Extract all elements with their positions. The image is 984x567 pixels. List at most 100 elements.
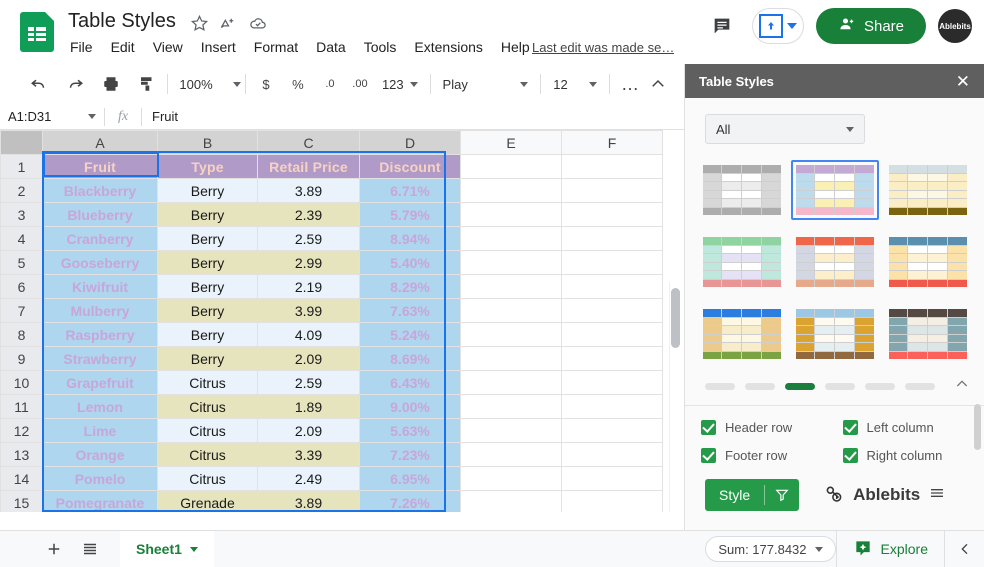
cell-f4[interactable] — [561, 226, 663, 251]
style-button[interactable]: Style — [705, 479, 800, 511]
cell-f13[interactable] — [561, 442, 663, 467]
cell-e15[interactable] — [460, 490, 562, 512]
menu-extensions[interactable]: Extensions — [414, 39, 482, 55]
explore-button[interactable]: Explore — [835, 530, 944, 567]
row-header-2[interactable]: 2 — [0, 178, 43, 203]
all-sheets-icon[interactable] — [72, 531, 108, 567]
style-thumbnail-steel-style[interactable] — [884, 232, 972, 292]
row-header-11[interactable]: 11 — [0, 394, 43, 419]
funnel-icon[interactable] — [765, 488, 799, 502]
redo-icon[interactable] — [61, 70, 89, 98]
cell-c12[interactable]: 2.09 — [257, 418, 360, 443]
row-header-5[interactable]: 5 — [0, 250, 43, 275]
select-all-corner[interactable] — [0, 130, 43, 155]
pager-dot-6[interactable] — [905, 383, 935, 390]
zoom-selector[interactable]: 100% — [173, 70, 241, 98]
percent-format-button[interactable]: % — [284, 70, 312, 98]
paint-format-icon[interactable] — [133, 70, 161, 98]
checkbox-footer-row[interactable]: Footer row — [701, 448, 843, 463]
cell-f8[interactable] — [561, 322, 663, 347]
cell-c3[interactable]: 2.39 — [257, 202, 360, 227]
cell-d7[interactable]: 7.63% — [359, 298, 461, 323]
cell-c13[interactable]: 3.39 — [257, 442, 360, 467]
cell-a6[interactable]: Kiwifruit — [42, 274, 158, 299]
row-header-12[interactable]: 12 — [0, 418, 43, 443]
cell-f15[interactable] — [561, 490, 663, 512]
cell-a10[interactable]: Grapefruit — [42, 370, 158, 395]
menu-tools[interactable]: Tools — [364, 39, 397, 55]
cell-f5[interactable] — [561, 250, 663, 275]
cell-f2[interactable] — [561, 178, 663, 203]
cell-d1[interactable]: Discount — [359, 154, 461, 179]
add-sheet-icon[interactable] — [36, 531, 72, 567]
cell-e13[interactable] — [460, 442, 562, 467]
menu-data[interactable]: Data — [316, 39, 346, 55]
column-header-b[interactable]: B — [157, 130, 258, 155]
cell-b6[interactable]: Berry — [157, 274, 258, 299]
cell-d4[interactable]: 8.94% — [359, 226, 461, 251]
formula-input[interactable]: Fruit — [142, 109, 178, 124]
menu-insert[interactable]: Insert — [201, 39, 236, 55]
column-header-a[interactable]: A — [42, 130, 158, 155]
cell-b11[interactable]: Citrus — [157, 394, 258, 419]
checkbox-header-row[interactable]: Header row — [701, 420, 843, 435]
row-header-13[interactable]: 13 — [0, 442, 43, 467]
cell-f7[interactable] — [561, 298, 663, 323]
cell-d13[interactable]: 7.23% — [359, 442, 461, 467]
chevron-left-icon[interactable] — [944, 530, 984, 567]
font-size-selector[interactable]: 12 — [547, 70, 603, 98]
cell-c9[interactable]: 2.09 — [257, 346, 360, 371]
row-header-7[interactable]: 7 — [0, 298, 43, 323]
comment-history-icon[interactable] — [704, 8, 740, 44]
undo-icon[interactable] — [25, 70, 53, 98]
cell-f1[interactable] — [561, 154, 663, 179]
style-thumbnail-purple-style[interactable] — [790, 160, 879, 220]
column-header-e[interactable]: E — [460, 130, 562, 155]
cell-e5[interactable] — [460, 250, 562, 275]
collapse-toolbar-icon[interactable] — [644, 70, 672, 98]
menu-format[interactable]: Format — [254, 39, 298, 55]
vertical-scrollbar-thumb[interactable] — [671, 288, 680, 348]
avatar[interactable]: Ablebits — [938, 9, 972, 43]
cell-c7[interactable]: 3.99 — [257, 298, 360, 323]
currency-format-button[interactable]: $ — [252, 70, 280, 98]
hamburger-icon[interactable] — [928, 485, 946, 506]
cell-a9[interactable]: Strawberry — [42, 346, 158, 371]
cell-f14[interactable] — [561, 466, 663, 491]
pager-dot-4[interactable] — [825, 383, 855, 390]
spreadsheet-grid[interactable]: A B C D E F 1 Fruit Type Retail Price Di… — [0, 130, 684, 512]
cell-e11[interactable] — [460, 394, 562, 419]
cell-c15[interactable]: 3.89 — [257, 490, 360, 512]
cell-a15[interactable]: Pomegranate — [42, 490, 158, 512]
cell-b10[interactable]: Citrus — [157, 370, 258, 395]
close-icon[interactable]: ✕ — [956, 73, 970, 90]
style-thumbnail-green-style[interactable] — [698, 232, 786, 292]
cell-c2[interactable]: 3.89 — [257, 178, 360, 203]
menu-view[interactable]: View — [153, 39, 183, 55]
row-header-14[interactable]: 14 — [0, 466, 43, 491]
cell-d10[interactable]: 6.43% — [359, 370, 461, 395]
checkbox-left-column[interactable]: Left column — [842, 420, 984, 435]
cloud-saved-icon[interactable] — [248, 14, 268, 33]
pager-dot-2[interactable] — [745, 383, 775, 390]
cell-d6[interactable]: 8.29% — [359, 274, 461, 299]
row-header-8[interactable]: 8 — [0, 322, 43, 347]
pager-dot-5[interactable] — [865, 383, 895, 390]
cell-b5[interactable]: Berry — [157, 250, 258, 275]
row-header-9[interactable]: 9 — [0, 346, 43, 371]
cell-e8[interactable] — [460, 322, 562, 347]
print-icon[interactable] — [97, 70, 125, 98]
cell-e7[interactable] — [460, 298, 562, 323]
pager-dot-3[interactable] — [785, 383, 815, 390]
cell-b2[interactable]: Berry — [157, 178, 258, 203]
cell-e3[interactable] — [460, 202, 562, 227]
cell-b13[interactable]: Citrus — [157, 442, 258, 467]
row-header-6[interactable]: 6 — [0, 274, 43, 299]
style-thumbnail-grey-style[interactable] — [698, 160, 786, 220]
style-thumbnail-olive-style[interactable] — [884, 160, 972, 220]
cell-a7[interactable]: Mulberry — [42, 298, 158, 323]
cell-a3[interactable]: Blueberry — [42, 202, 158, 227]
cell-d9[interactable]: 8.69% — [359, 346, 461, 371]
cell-f11[interactable] — [561, 394, 663, 419]
cell-a1[interactable]: Fruit — [42, 154, 158, 179]
